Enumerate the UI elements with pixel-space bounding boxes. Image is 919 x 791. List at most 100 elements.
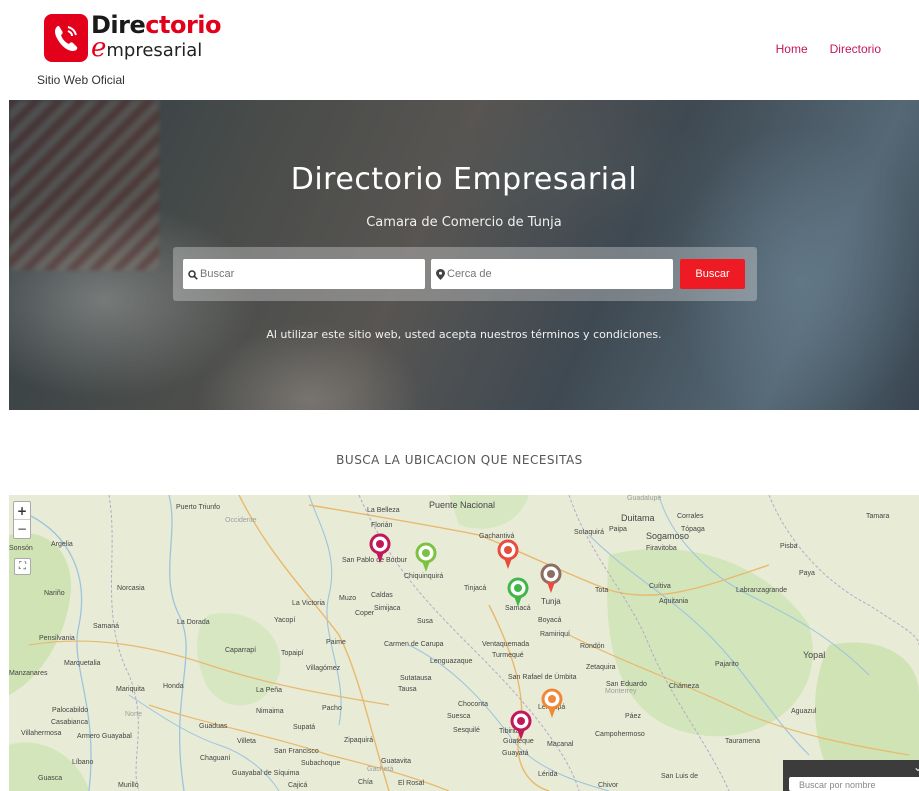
fullscreen-button[interactable]: ⛶ [14, 558, 31, 575]
nav-home-link[interactable]: Home [776, 42, 808, 56]
map-label: Aquitania [659, 598, 689, 605]
search-icon [188, 265, 198, 284]
map-label: Líbano [72, 759, 94, 766]
search-field[interactable] [183, 259, 425, 289]
map-canvas[interactable]: + − ⛶ Puerto Triunfo Occidente La Bellez… [9, 495, 919, 791]
map-label: Chía [358, 779, 373, 786]
map-label: Nimaima [256, 708, 284, 715]
map-marker[interactable] [497, 539, 519, 571]
map-label: Guaduas [199, 723, 228, 730]
map-label: Pajarito [715, 661, 739, 668]
map-label: Monterrey [605, 688, 637, 695]
hero-subtitle: Camara de Comercio de Tunja [366, 215, 562, 230]
map-label: Macanal [547, 741, 574, 748]
map-label: Simijaca [374, 605, 401, 612]
map-label: Tinjacá [464, 585, 487, 592]
map-zoom-control: + − [13, 501, 31, 539]
map-label: Sotaquirá [574, 529, 604, 536]
map-label: Chiquinquirá [404, 573, 444, 580]
map-label: Subachoque [301, 760, 341, 767]
near-input[interactable] [447, 268, 657, 280]
map-label: Pacho [322, 705, 342, 712]
map-label: Armero Guayabal [77, 733, 132, 740]
chevron-down-icon[interactable]: ⌄ [913, 760, 919, 774]
map-label: Guayabal de Síquima [232, 770, 300, 777]
map-label: Tota [595, 587, 609, 594]
map-marker[interactable] [415, 542, 437, 574]
map-label: Honda [163, 683, 184, 690]
zoom-in-button[interactable]: + [14, 502, 30, 520]
map-label: Casabianca [51, 719, 88, 726]
map-label: Sesquilé [453, 727, 480, 734]
map-label: Muzo [339, 595, 357, 602]
map-label: Florián [371, 522, 393, 529]
map-label: Guasca [38, 775, 63, 782]
map-label: Campohermoso [595, 731, 645, 738]
map-label: Tausa [398, 686, 417, 693]
terms-notice: Al utilizar este sitio web, usted acepta… [266, 328, 662, 341]
map-label: San Francisco [274, 748, 319, 755]
map-label: Samaná [93, 623, 120, 630]
map-label: Cajicá [288, 782, 308, 789]
map-marker[interactable] [507, 577, 529, 609]
map-label: La Dorada [177, 619, 210, 626]
map-label: Tunja [541, 597, 561, 606]
map-marker[interactable] [541, 688, 563, 720]
map-label: Pensilvania [39, 635, 75, 642]
map-label: Cuítiva [649, 583, 671, 590]
map-label: Norte [125, 711, 143, 718]
nav-directorio-link[interactable]: Directorio [830, 42, 881, 56]
search-form: Buscar [173, 247, 757, 301]
map-label: Guatavita [381, 758, 411, 765]
map-label: Puente Nacional [429, 500, 496, 510]
map-label: Marquetalia [64, 660, 101, 667]
hero-title: Directorio Empresarial [290, 162, 638, 197]
map-label: Palocabildo [52, 707, 89, 714]
zoom-out-button[interactable]: − [14, 520, 30, 538]
map-marker[interactable] [540, 563, 562, 595]
map-label: Yopal [803, 650, 826, 660]
map-label: Coper [355, 610, 375, 617]
logo-subword-rest: mpresarial [106, 40, 203, 61]
map-label: Norcasia [117, 585, 145, 592]
search-button[interactable]: Buscar [680, 259, 745, 289]
map-label: Lérida [538, 771, 558, 778]
map-label: Boyacá [538, 617, 562, 624]
map-label: Ventaquemada [482, 641, 530, 648]
map-search-input[interactable]: Buscar por nombre [789, 777, 919, 791]
map-label: La Peña [256, 687, 283, 694]
near-field[interactable] [431, 259, 673, 289]
map-label: Sonsón [9, 545, 33, 552]
map-label: Susa [417, 618, 433, 625]
map-label: Occidente [225, 517, 257, 524]
site-tagline: Sitio Web Oficial [37, 73, 125, 87]
map-label: Puerto Triunfo [176, 504, 220, 511]
hero-banner: Directorio Empresarial Camara de Comerci… [9, 100, 919, 410]
map-label: Supatá [293, 724, 316, 731]
map-label: El Rosal [398, 780, 425, 787]
map-label: Caparrapí [225, 647, 257, 654]
map-label: Corrales [677, 513, 704, 520]
map-label: Paipa [609, 526, 627, 533]
search-input[interactable] [200, 268, 410, 280]
map-label: Chaguaní [200, 755, 231, 762]
logo-subword: empresarial [91, 35, 203, 63]
site-logo[interactable]: Directorio empresarial [44, 10, 234, 70]
map-label: Manzanares [9, 670, 48, 677]
site-header: Directorio empresarial Sitio Web Oficial… [0, 0, 919, 100]
map-label: Paime [326, 639, 346, 646]
map-label: Duitama [621, 513, 655, 523]
map-label: Aguazul [791, 708, 817, 715]
map-label: Chivor [598, 782, 619, 789]
map-label: Firavitoba [646, 545, 677, 552]
map-label: Páez [625, 713, 641, 720]
map-marker[interactable] [510, 710, 532, 742]
map-label: Suesca [447, 713, 471, 720]
map-label: Labranzagrande [736, 587, 787, 594]
map-label: Argelia [51, 541, 73, 548]
map-label: Guadalupe [627, 495, 662, 502]
map-label: Villagómez [306, 665, 341, 672]
fullscreen-icon: ⛶ [19, 561, 26, 572]
map-marker[interactable] [369, 533, 391, 565]
map-label: Chámeza [669, 683, 699, 690]
